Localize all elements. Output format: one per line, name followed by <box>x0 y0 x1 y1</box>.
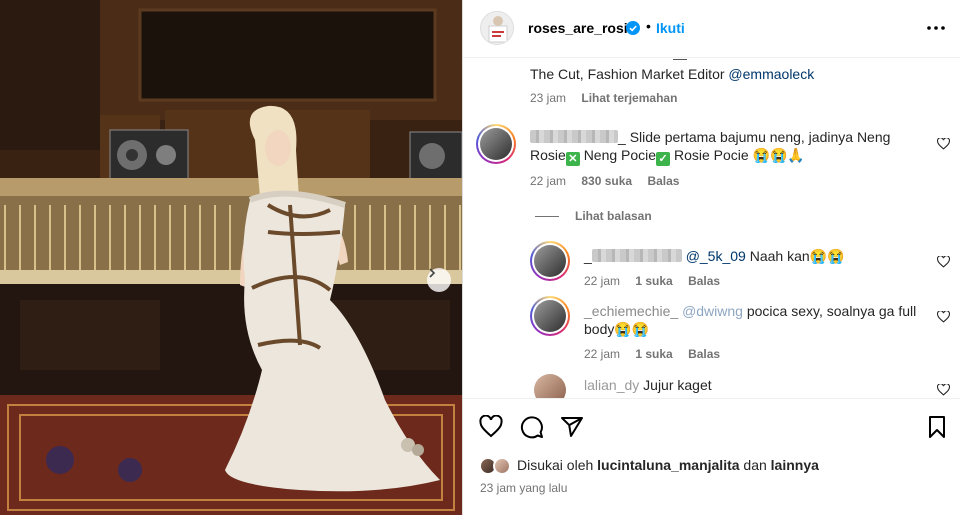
caption-meta: 23 jam Lihat terjemahan <box>530 91 677 105</box>
reply-text: Naah kan😭😭 <box>749 248 845 264</box>
caption-mention-link[interactable]: @emmaoleck <box>728 66 814 82</box>
reply-button[interactable]: Balas <box>688 347 720 361</box>
share-icon[interactable] <box>560 415 584 439</box>
verified-badge-icon <box>626 21 640 35</box>
reply-mention-link[interactable]: @_5k_09 <box>686 248 746 264</box>
reply-avatar[interactable] <box>530 296 570 336</box>
check-mark-icon: ✓ <box>656 152 671 166</box>
post-header: roses_are_rosie • Ikuti <box>463 0 960 58</box>
reply-text-line1: pocica sexy, soalnya ga full <box>746 303 917 319</box>
more-options-icon[interactable] <box>926 20 946 36</box>
view-replies-label: Lihat balasan <box>575 209 652 223</box>
liker-avatar[interactable] <box>493 457 511 475</box>
liked-by-prefix: Disukai oleh <box>517 457 594 473</box>
comment-meta: 22 jam 830 suka Balas <box>530 174 679 188</box>
reply-text-line2: body😭😭 <box>584 321 650 337</box>
chevron-right-icon <box>429 268 436 278</box>
caption-text: The Cut, Fashion Market Editor <box>530 66 725 82</box>
heart-icon[interactable] <box>479 415 503 439</box>
translate-button[interactable]: Lihat terjemahan <box>581 91 677 105</box>
caption-clipped-text <box>673 58 687 60</box>
reply-username[interactable]: _ <box>584 248 592 264</box>
reply-like-heart-icon[interactable] <box>937 311 950 323</box>
reply-button[interactable]: Balas <box>647 174 679 188</box>
studio-scene-image <box>0 0 462 515</box>
comment-username[interactable]: lalian_dy <box>584 377 639 393</box>
check-mark-icon: ✕ <box>565 152 580 166</box>
reply-meta: 22 jam 1 suka Balas <box>584 347 720 361</box>
comment-text: Jujur kaget <box>643 377 712 393</box>
reply-body: _echiemechie_ @dwiwng pocica sexy, soaln… <box>584 302 924 338</box>
caption-line: The Cut, Fashion Market Editor @emmaolec… <box>530 66 814 82</box>
separator-dot: • <box>646 18 651 34</box>
author-username[interactable]: roses_are_rosie <box>528 20 635 36</box>
comment-body: _ Slide pertama bajumu neng, jadinya Nen… <box>530 128 930 166</box>
post-side-panel: roses_are_rosie • Ikuti The Cut, Fashion… <box>462 0 960 515</box>
bookmark-icon[interactable] <box>925 415 949 439</box>
comment-like-heart-icon[interactable] <box>937 138 950 150</box>
post-actions: Disukai oleh lucintaluna_manjalita dan l… <box>463 398 960 515</box>
reply-button[interactable]: Balas <box>688 274 720 288</box>
comments-list[interactable]: The Cut, Fashion Market Editor @emmaolec… <box>463 58 960 398</box>
post-timestamp[interactable]: 23 jam yang lalu <box>480 481 567 495</box>
comment-body: lalian_dy Jujur kaget <box>584 376 712 394</box>
comment-username-suffix[interactable]: _ <box>618 129 626 145</box>
reply-time[interactable]: 22 jam <box>584 274 620 288</box>
comment-text-rosie-pocie: Rosie Pocie 😭😭🙏 <box>673 147 805 163</box>
reply-likes[interactable]: 1 suka <box>635 274 672 288</box>
comment-icon[interactable] <box>520 415 544 439</box>
liked-by-text: Disukai oleh lucintaluna_manjalita dan l… <box>517 457 819 473</box>
liked-by-and: dan <box>743 457 767 473</box>
comment-text-neng-pocie: Neng Pocie <box>583 147 657 163</box>
blurred-username[interactable] <box>591 249 682 262</box>
comment-likes[interactable]: 830 suka <box>581 174 632 188</box>
reply-time[interactable]: 22 jam <box>584 347 620 361</box>
comment-text-line1: Slide pertama bajumu neng, jadinya Neng <box>629 129 891 145</box>
comment-like-heart-icon[interactable] <box>937 384 950 396</box>
liked-by-others-link[interactable]: lainnya <box>771 457 819 473</box>
carousel-next-button[interactable] <box>427 268 451 292</box>
author-avatar-image <box>481 12 513 44</box>
author-avatar[interactable] <box>480 11 514 45</box>
reply-like-heart-icon[interactable] <box>937 256 950 268</box>
liked-by-user-link[interactable]: lucintaluna_manjalita <box>597 457 739 473</box>
commenter-avatar[interactable] <box>476 124 516 164</box>
blurred-username[interactable] <box>530 130 618 143</box>
follow-button[interactable]: Ikuti <box>656 20 685 36</box>
reply-body: _ @_5k_09 Naah kan😭😭 <box>584 247 845 265</box>
reply-avatar[interactable] <box>530 241 570 281</box>
view-replies-button[interactable]: Lihat balasan <box>535 209 652 223</box>
comment-text-rosie: Rosie <box>530 147 566 163</box>
comment-time[interactable]: 22 jam <box>530 174 566 188</box>
reply-username[interactable]: _echiemechie_ <box>584 303 678 319</box>
caption-time[interactable]: 23 jam <box>530 91 566 105</box>
commenter-avatar[interactable] <box>534 374 566 398</box>
reply-meta: 22 jam 1 suka Balas <box>584 274 720 288</box>
post-photo[interactable] <box>0 0 462 515</box>
reply-likes[interactable]: 1 suka <box>635 347 672 361</box>
reply-mention-link[interactable]: @dwiwng <box>682 303 743 319</box>
